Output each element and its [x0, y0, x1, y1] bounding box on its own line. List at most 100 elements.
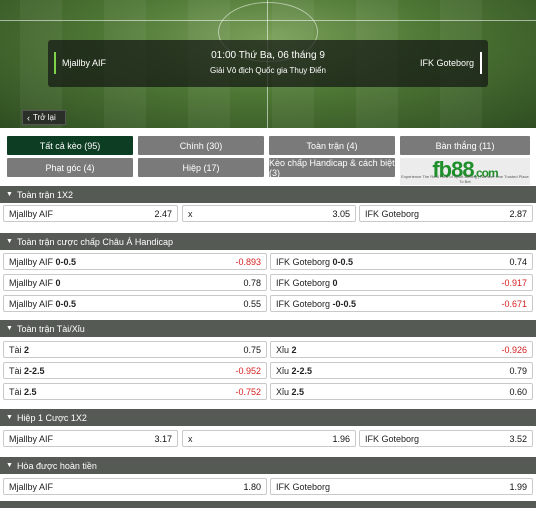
odd-away[interactable]: IFK Goteborg 1.99: [270, 478, 533, 495]
odd-over[interactable]: Tài 2 0.75: [3, 341, 267, 358]
odd-label: Mjallby AIF 0-0.5: [9, 298, 77, 309]
caret-down-icon: ▼: [6, 238, 13, 245]
odd-value: 3.05: [332, 208, 350, 219]
odd-home[interactable]: Mjallby AIF 3.17: [3, 430, 178, 447]
section-header[interactable]: ▼ Toàn trận cược chấp Châu Á Handicap: [0, 233, 536, 250]
odd-label: IFK Goteborg: [276, 481, 331, 492]
tab-label: Chính (30): [179, 140, 223, 151]
back-button[interactable]: ‹ Trở lại: [22, 110, 66, 125]
back-button-label: Trở lại: [33, 113, 56, 122]
odd-handicap-home[interactable]: Mjallby AIF 0-0.5 0.55: [3, 295, 267, 312]
tab-full-match[interactable]: Toàn trận (4): [269, 136, 395, 155]
section-over-under: ▼ Toàn trận Tài/Xỉu: [0, 320, 536, 337]
tab-halves[interactable]: Hiệp (17): [138, 158, 264, 177]
odd-value: 0.78: [243, 277, 261, 288]
odd-value: -0.917: [501, 277, 527, 288]
odd-home[interactable]: Mjallby AIF 2.47: [3, 205, 178, 222]
odd-label: Tài 2.5: [9, 386, 37, 397]
fb88-ad-banner[interactable]: fb88.com Experience The Real Thrill of S…: [400, 158, 530, 185]
odd-value: -0.926: [501, 344, 527, 355]
odd-value: 0.75: [243, 344, 261, 355]
tab-label: Bàn thắng (11): [435, 140, 495, 151]
odd-draw[interactable]: x 3.05: [182, 205, 356, 222]
section-header[interactable]: ▼ Toàn trận Tài/Xỉu: [0, 320, 536, 337]
tab-label: Kèo chấp Handicap & cách biệt (3): [269, 157, 395, 178]
odd-value: -0.752: [235, 386, 261, 397]
section-title: Toàn trận 1X2: [16, 189, 73, 200]
odd-label: Mjallby AIF: [9, 433, 54, 444]
section-header[interactable]: ▼ Hòa được hoàn tiền: [0, 457, 536, 474]
odd-home[interactable]: Mjallby AIF 1.80: [3, 478, 267, 495]
odd-away[interactable]: IFK Goteborg 2.87: [359, 205, 533, 222]
odd-value: -0.893: [235, 256, 261, 267]
odd-value: 0.74: [509, 256, 527, 267]
odd-value: -0.671: [501, 298, 527, 309]
caret-down-icon: ▼: [6, 414, 13, 421]
match-info-box: Mjallby AIF 01:00 Thứ Ba, 06 tháng 9 Giả…: [48, 40, 488, 87]
odd-label: IFK Goteborg: [365, 433, 420, 444]
tab-all[interactable]: Tất cả kèo (95): [7, 136, 133, 155]
odd-under[interactable]: Xỉu 2-2.5 0.79: [270, 362, 533, 379]
section-header[interactable]: ▼ Toàn trận 1X2: [0, 186, 536, 203]
section-asian-handicap: ▼ Toàn trận cược chấp Châu Á Handicap: [0, 233, 536, 250]
tab-label: Hiệp (17): [182, 162, 220, 173]
odd-label: Mjallby AIF 0-0.5: [9, 256, 77, 267]
odd-value: 0.79: [509, 365, 527, 376]
tab-main[interactable]: Chính (30): [138, 136, 264, 155]
odd-handicap-away[interactable]: IFK Goteborg -0-0.5 -0.671: [270, 295, 533, 312]
odd-label: IFK Goteborg 0: [276, 277, 338, 288]
odd-label: x: [188, 433, 193, 444]
odd-value: 0.60: [509, 386, 527, 397]
section-header[interactable]: ▼ Hiệp 1 Cược 1X2: [0, 409, 536, 426]
odd-label: IFK Goteborg 0-0.5: [276, 256, 354, 267]
odd-label: Mjallby AIF 0: [9, 277, 61, 288]
section-first-half-1x2: ▼ Hiệp 1 Cược 1X2: [0, 409, 536, 426]
odd-label: x: [188, 208, 193, 219]
ad-tagline: Experience The Real Thrill of Sport Bett…: [401, 174, 529, 184]
odd-away[interactable]: IFK Goteborg 3.52: [359, 430, 533, 447]
odd-handicap-away[interactable]: IFK Goteborg 0-0.5 0.74: [270, 253, 533, 270]
tab-corners[interactable]: Phạt góc (4): [7, 158, 133, 177]
odd-draw[interactable]: x 1.96: [182, 430, 356, 447]
section-draw-no-bet: ▼ Hòa được hoàn tiền: [0, 457, 536, 474]
tab-goals[interactable]: Bàn thắng (11): [400, 136, 530, 155]
odd-value: 1.96: [332, 433, 350, 444]
odd-value: -0.952: [235, 365, 261, 376]
next-section-header: [0, 501, 536, 508]
away-marker: [480, 52, 482, 74]
caret-down-icon: ▼: [6, 191, 13, 198]
odd-label: Mjallby AIF: [9, 481, 54, 492]
section-title: Hiệp 1 Cược 1X2: [16, 412, 87, 423]
tab-label: Tất cả kèo (95): [39, 140, 101, 151]
odd-label: Xỉu 2.5: [276, 386, 305, 397]
odd-value: 3.17: [154, 433, 172, 444]
odd-handicap-home[interactable]: Mjallby AIF 0-0.5 -0.893: [3, 253, 267, 270]
odd-label: Tài 2-2.5: [9, 365, 45, 376]
odd-label: Xỉu 2: [276, 344, 297, 355]
odd-label: IFK Goteborg -0-0.5: [276, 298, 357, 309]
section-fulltime-1x2: ▼ Toàn trận 1X2: [0, 186, 536, 203]
section-title: Toàn trận cược chấp Châu Á Handicap: [16, 236, 173, 247]
match-header: Mjallby AIF 01:00 Thứ Ba, 06 tháng 9 Giả…: [0, 0, 536, 128]
odd-value: 1.80: [243, 481, 261, 492]
odd-handicap-home[interactable]: Mjallby AIF 0 0.78: [3, 274, 267, 291]
odd-label: Mjallby AIF: [9, 208, 54, 219]
odd-label: Xỉu 2-2.5: [276, 365, 313, 376]
odd-under[interactable]: Xỉu 2.5 0.60: [270, 383, 533, 400]
odd-value: 0.55: [243, 298, 261, 309]
odd-label: Tài 2: [9, 344, 30, 355]
tab-label: Toàn trận (4): [306, 140, 358, 151]
caret-down-icon: ▼: [6, 325, 13, 332]
odd-value: 2.47: [154, 208, 172, 219]
odd-value: 1.99: [509, 481, 527, 492]
chevron-left-icon: ‹: [27, 112, 30, 123]
odd-over[interactable]: Tài 2.5 -0.752: [3, 383, 267, 400]
odd-value: 3.52: [509, 433, 527, 444]
odd-over[interactable]: Tài 2-2.5 -0.952: [3, 362, 267, 379]
odd-label: IFK Goteborg: [365, 208, 420, 219]
odd-under[interactable]: Xỉu 2 -0.926: [270, 341, 533, 358]
odd-handicap-away[interactable]: IFK Goteborg 0 -0.917: [270, 274, 533, 291]
tab-label: Phạt góc (4): [45, 162, 95, 173]
away-team-name: IFK Goteborg: [419, 58, 474, 68]
tab-handicap[interactable]: Kèo chấp Handicap & cách biệt (3): [269, 157, 395, 178]
